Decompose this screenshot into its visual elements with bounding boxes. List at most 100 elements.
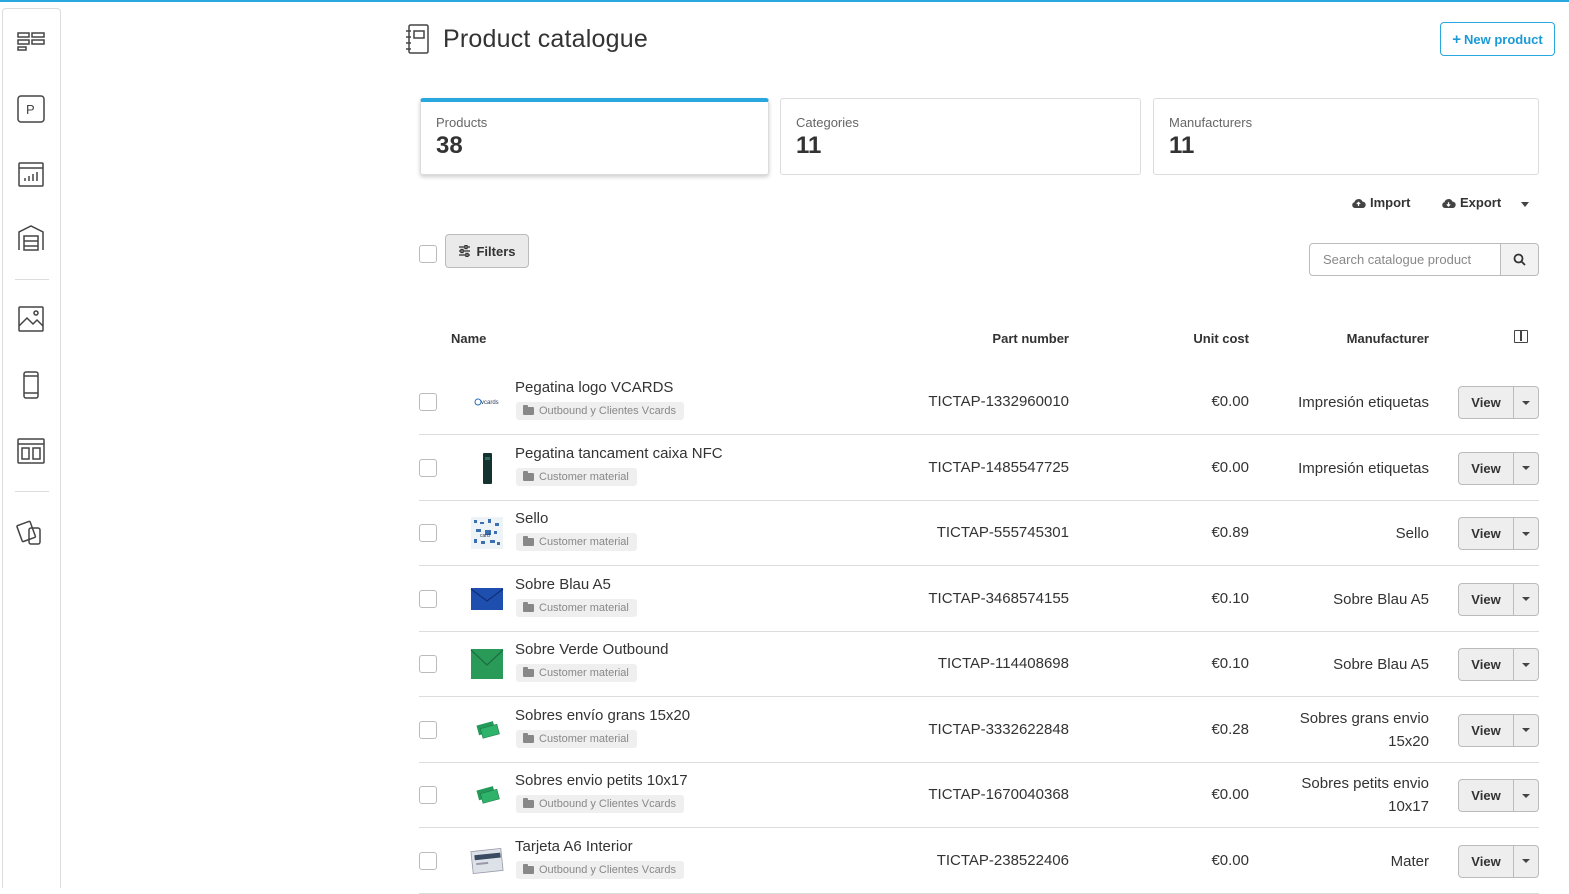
warehouse-icon[interactable] (16, 223, 46, 253)
view-button[interactable]: View (1458, 844, 1514, 878)
view-button-group: View (1458, 779, 1539, 812)
part-number: TICTAP-3332622848 (928, 720, 1069, 738)
view-button[interactable]: View (1458, 648, 1514, 681)
view-button-group: View (1458, 386, 1539, 419)
row-checkbox[interactable] (419, 786, 437, 804)
view-button[interactable]: View (1458, 451, 1514, 485)
page-header: Product catalogue (405, 22, 648, 56)
export-button[interactable]: Export (1441, 195, 1501, 210)
manufacturer: Sello (1395, 525, 1429, 542)
manufacturer: Impresión etiquetas (1298, 394, 1429, 411)
row-checkbox[interactable] (419, 393, 437, 411)
sidebar-divider (15, 279, 49, 280)
columns-toggle-icon[interactable] (1514, 330, 1528, 343)
part-number: TICTAP-555745301 (936, 524, 1069, 541)
product-name[interactable]: Tarjeta A6 Interior (515, 838, 633, 855)
parking-icon[interactable]: P (16, 94, 46, 124)
column-header-part-number[interactable]: Part number (992, 331, 1069, 346)
category-label: Customer material (539, 536, 629, 548)
view-button[interactable]: View (1458, 517, 1514, 550)
folder-icon (523, 732, 534, 743)
product-thumbnail (470, 647, 504, 681)
table-row[interactable]: Sobre Blau A5 Customer material TICTAP-3… (419, 566, 1539, 632)
stat-card-manufacturers[interactable]: Manufacturers 11 (1153, 98, 1539, 175)
stat-label: Manufacturers (1169, 115, 1253, 130)
view-dropdown-button[interactable] (1514, 582, 1539, 616)
unit-cost: €0.00 (1211, 458, 1249, 476)
sidebar: P (2, 8, 61, 888)
view-button-group: View (1458, 713, 1539, 747)
view-button[interactable]: View (1458, 713, 1514, 747)
new-product-button[interactable]: + New product (1440, 22, 1555, 56)
column-header-name[interactable]: Name (451, 331, 486, 346)
view-dropdown-button[interactable] (1514, 517, 1539, 550)
table-row[interactable]: vcards Pegatina logo VCARDS Outbound y C… (419, 369, 1539, 435)
select-all-checkbox[interactable] (419, 245, 437, 263)
column-header-manufacturer[interactable]: Manufacturer (1347, 331, 1429, 346)
product-name[interactable]: Sobre Verde Outbound (515, 641, 668, 658)
view-dropdown-button[interactable] (1514, 386, 1539, 419)
view-button[interactable]: View (1458, 386, 1514, 419)
chevron-down-icon (1522, 859, 1530, 863)
product-thumbnail (470, 582, 504, 616)
product-name[interactable]: Pegatina logo VCARDS (515, 379, 673, 396)
folder-icon (523, 798, 534, 808)
row-checkbox[interactable] (419, 458, 437, 477)
table-row[interactable]: Sobres envío grans 15x20 Customer materi… (419, 697, 1539, 763)
row-checkbox[interactable] (419, 524, 437, 542)
search-input[interactable] (1309, 243, 1501, 276)
stat-card-categories[interactable]: Categories 11 (780, 98, 1141, 175)
product-name[interactable]: Sobres envio petits 10x17 (515, 772, 688, 789)
filters-button[interactable]: Filters (445, 234, 529, 268)
filters-label: Filters (476, 243, 516, 259)
search-button[interactable] (1501, 243, 1539, 276)
unit-cost: €0.89 (1211, 524, 1249, 541)
search-bar (1309, 243, 1539, 276)
folder-icon (523, 863, 534, 874)
category-tag: Customer material (516, 467, 637, 486)
product-name[interactable]: Sello (515, 510, 548, 527)
view-dropdown-button[interactable] (1514, 648, 1539, 681)
gallery-icon[interactable] (16, 304, 46, 334)
table-row[interactable]: card Sello Customer material TICTAP-5557… (419, 500, 1539, 566)
chevron-down-icon (1522, 466, 1530, 470)
product-name[interactable]: Pegatina tancament caixa NFC (515, 445, 723, 462)
product-name[interactable]: Sobres envío grans 15x20 (515, 707, 690, 724)
export-dropdown-caret[interactable] (1521, 202, 1529, 207)
product-thumbnail (470, 451, 504, 485)
part-number: TICTAP-1670040368 (928, 786, 1069, 803)
chevron-down-icon (1522, 728, 1530, 732)
category-label: Customer material (539, 732, 629, 745)
layout-icon[interactable] (16, 436, 46, 466)
column-header-unit-cost[interactable]: Unit cost (1193, 331, 1249, 346)
stat-label: Categories (796, 115, 859, 130)
analytics-icon[interactable] (16, 159, 46, 189)
dashboard-icon[interactable] (16, 26, 46, 56)
table-row[interactable]: Pegatina tancament caixa NFC Customer ma… (419, 435, 1539, 501)
view-button-group: View (1458, 517, 1539, 550)
view-button[interactable]: View (1458, 582, 1514, 616)
mobile-icon[interactable] (16, 370, 46, 400)
table-row[interactable]: Sobres envio petits 10x17 Outbound y Cli… (419, 762, 1539, 828)
category-tag: Outbound y Clientes Vcards (516, 860, 684, 879)
devices-icon[interactable] (16, 517, 46, 547)
view-dropdown-button[interactable] (1514, 451, 1539, 485)
category-tag: Customer material (516, 598, 637, 617)
row-checkbox[interactable] (419, 720, 437, 739)
table-row[interactable]: Sobre Verde Outbound Customer material T… (419, 631, 1539, 697)
product-name[interactable]: Sobre Blau A5 (515, 576, 611, 593)
import-button[interactable]: Import (1351, 195, 1410, 210)
row-checkbox[interactable] (419, 655, 437, 673)
folder-icon (523, 405, 534, 415)
view-dropdown-button[interactable] (1514, 713, 1539, 747)
view-dropdown-button[interactable] (1514, 779, 1539, 812)
product-thumbnail: vcards (470, 385, 504, 419)
stat-value: 11 (796, 132, 822, 159)
row-checkbox[interactable] (419, 851, 437, 870)
table-row[interactable]: Tarjeta A6 Interior Outbound y Clientes … (419, 828, 1539, 894)
view-dropdown-button[interactable] (1514, 844, 1539, 878)
row-checkbox[interactable] (419, 589, 437, 608)
manufacturer: Sobres petits envio 10x17 (1301, 775, 1429, 815)
view-button[interactable]: View (1458, 779, 1514, 812)
stat-card-products[interactable]: Products 38 (420, 98, 769, 175)
